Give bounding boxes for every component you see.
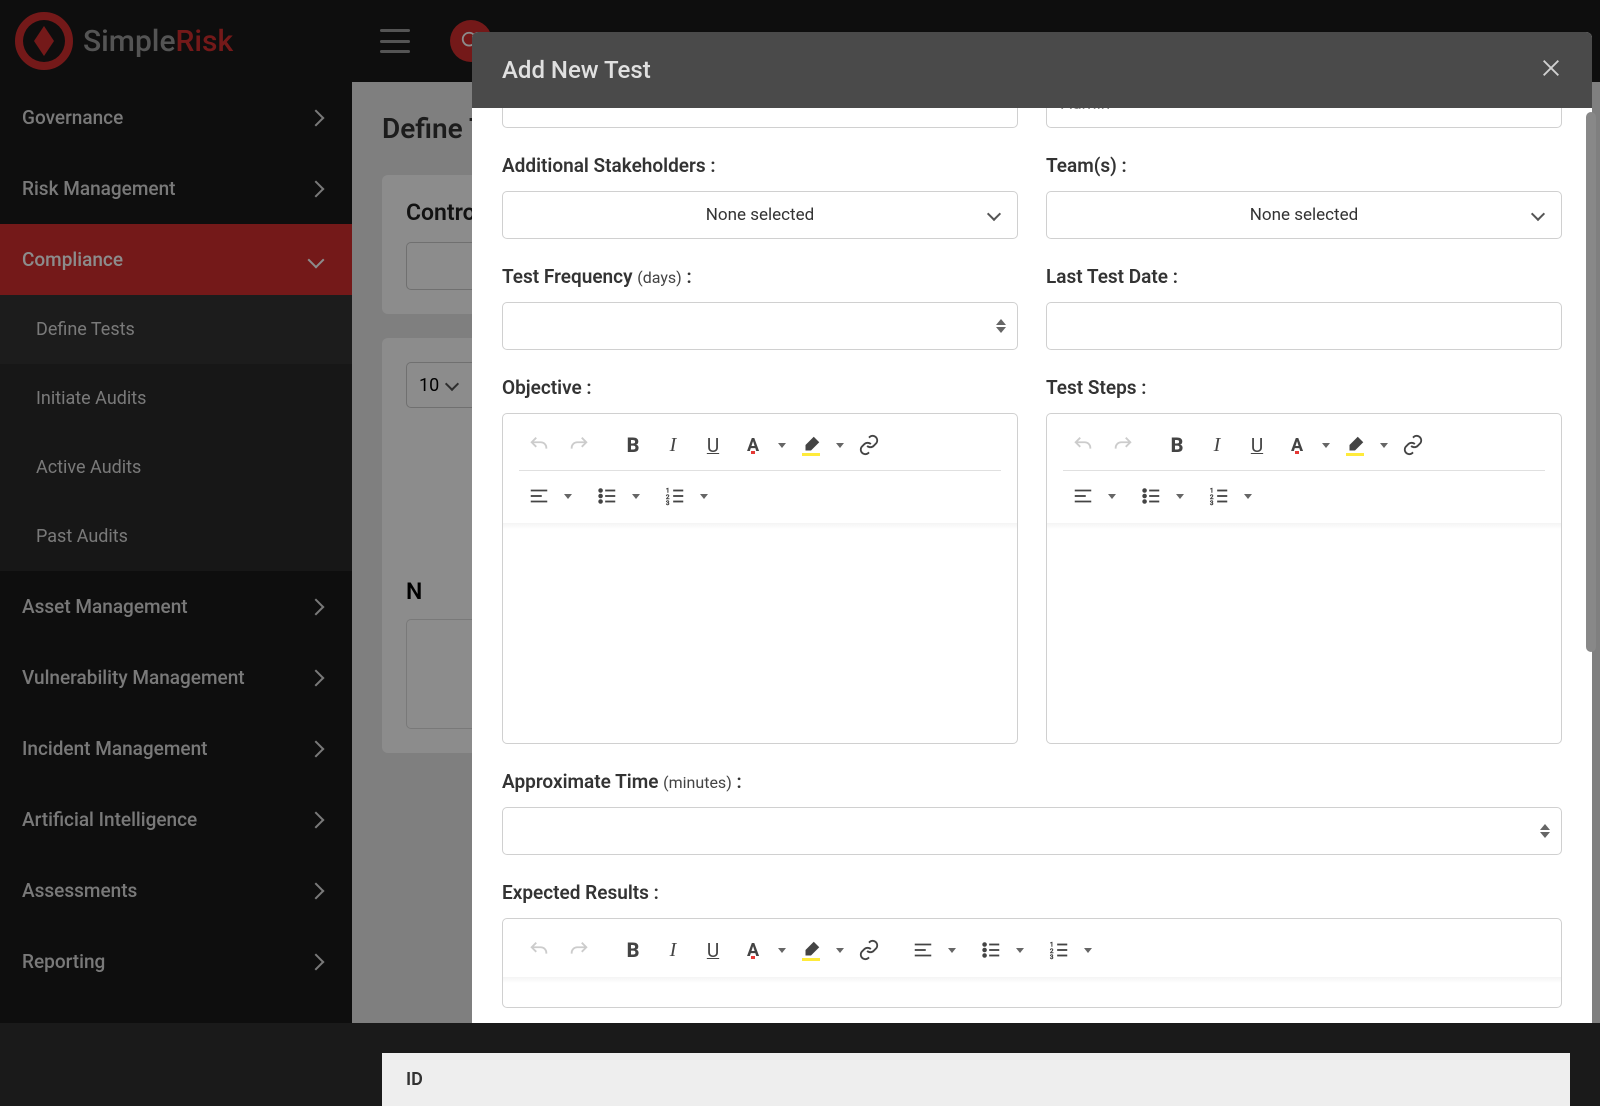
bullet-list-dropdown[interactable] — [1011, 932, 1029, 968]
tester-field[interactable]: Admin — [1046, 108, 1562, 128]
label-additional-stakeholders: Additional Stakeholders : — [502, 154, 1018, 177]
expected-results-textarea[interactable] — [503, 977, 1561, 1007]
underline-button[interactable]: U — [693, 427, 733, 463]
text-color-dropdown[interactable] — [773, 427, 791, 463]
bullet-list-button[interactable] — [1131, 478, 1171, 514]
align-dropdown[interactable] — [559, 478, 577, 514]
label-objective: Objective : — [502, 376, 1018, 399]
teams-select[interactable]: None selected — [1046, 191, 1562, 239]
close-icon — [1540, 57, 1562, 79]
objective-editor: B I U A — [502, 413, 1018, 744]
numbered-list-dropdown[interactable] — [1079, 932, 1097, 968]
last-test-date-input[interactable] — [1046, 302, 1562, 350]
bold-button[interactable]: B — [1157, 427, 1197, 463]
link-button[interactable] — [849, 932, 889, 968]
objective-textarea[interactable] — [503, 523, 1017, 743]
label-expected-results: Expected Results : — [502, 881, 1562, 904]
partial-input-left[interactable] — [502, 108, 1018, 128]
text-color-button[interactable]: A — [1277, 427, 1317, 463]
highlight-dropdown[interactable] — [831, 427, 849, 463]
text-color-dropdown[interactable] — [1317, 427, 1335, 463]
align-button[interactable] — [1063, 478, 1103, 514]
number-stepper-icon[interactable] — [1535, 824, 1555, 838]
modal-close-button[interactable] — [1540, 56, 1562, 84]
align-button[interactable] — [519, 478, 559, 514]
modal-title: Add New Test — [502, 56, 651, 84]
link-button[interactable] — [849, 427, 889, 463]
test-frequency-input[interactable] — [502, 302, 1018, 350]
label-test-steps: Test Steps : — [1046, 376, 1562, 399]
svg-text:3: 3 — [1210, 499, 1214, 507]
undo-button[interactable] — [519, 932, 559, 968]
italic-button[interactable]: I — [1197, 427, 1237, 463]
text-color-button[interactable]: A — [733, 427, 773, 463]
bullet-list-button[interactable] — [971, 932, 1011, 968]
svg-text:3: 3 — [1050, 953, 1054, 961]
label-test-frequency: Test Frequency (days) : — [502, 265, 1018, 288]
highlight-dropdown[interactable] — [831, 932, 849, 968]
test-steps-textarea[interactable] — [1047, 523, 1561, 743]
bold-button[interactable]: B — [613, 427, 653, 463]
add-new-test-modal: Add New Test Admin Additional Stakeholde… — [472, 32, 1592, 1023]
numbered-list-dropdown[interactable] — [1239, 478, 1257, 514]
underline-button[interactable]: U — [693, 932, 733, 968]
highlight-button[interactable] — [791, 932, 831, 968]
test-steps-editor: B I U A — [1046, 413, 1562, 744]
highlight-button[interactable] — [791, 427, 831, 463]
undo-button[interactable] — [1063, 427, 1103, 463]
highlight-dropdown[interactable] — [1375, 427, 1393, 463]
align-dropdown[interactable] — [943, 932, 961, 968]
svg-text:3: 3 — [666, 499, 670, 507]
link-button[interactable] — [1393, 427, 1433, 463]
chevron-down-icon — [987, 206, 1001, 220]
numbered-list-button[interactable]: 123 — [1039, 932, 1079, 968]
text-color-dropdown[interactable] — [773, 932, 791, 968]
redo-button[interactable] — [1103, 427, 1143, 463]
highlight-button[interactable] — [1335, 427, 1375, 463]
redo-button[interactable] — [559, 932, 599, 968]
numbered-list-dropdown[interactable] — [695, 478, 713, 514]
numbered-list-button[interactable]: 123 — [655, 478, 695, 514]
expected-results-editor: B I U A — [502, 918, 1562, 1008]
bullet-list-button[interactable] — [587, 478, 627, 514]
bullet-list-dropdown[interactable] — [1171, 478, 1189, 514]
table-id-header: ID — [382, 1053, 1570, 1106]
label-approximate-time: Approximate Time (minutes) : — [502, 770, 1562, 793]
numbered-list-button[interactable]: 123 — [1199, 478, 1239, 514]
label-last-test-date: Last Test Date : — [1046, 265, 1562, 288]
approximate-time-input[interactable] — [502, 807, 1562, 855]
italic-button[interactable]: I — [653, 427, 693, 463]
bold-button[interactable]: B — [613, 932, 653, 968]
redo-button[interactable] — [559, 427, 599, 463]
chevron-down-icon — [1531, 206, 1545, 220]
label-teams: Team(s) : — [1046, 154, 1562, 177]
text-color-button[interactable]: A — [733, 932, 773, 968]
additional-stakeholders-select[interactable]: None selected — [502, 191, 1018, 239]
undo-button[interactable] — [519, 427, 559, 463]
modal-scrollbar[interactable] — [1586, 112, 1596, 652]
italic-button[interactable]: I — [653, 932, 693, 968]
number-stepper-icon[interactable] — [991, 319, 1011, 333]
align-dropdown[interactable] — [1103, 478, 1121, 514]
underline-button[interactable]: U — [1237, 427, 1277, 463]
align-button[interactable] — [903, 932, 943, 968]
bullet-list-dropdown[interactable] — [627, 478, 645, 514]
